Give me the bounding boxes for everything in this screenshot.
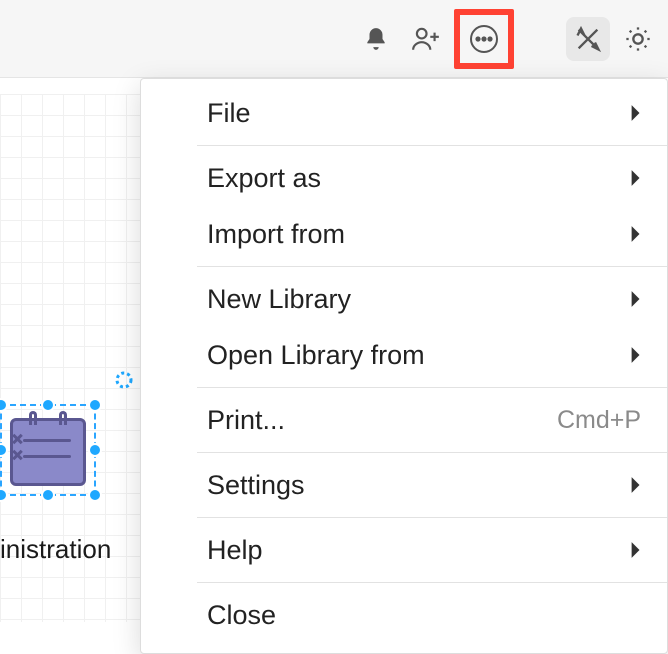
menu-item-label: Help [207, 535, 263, 566]
menu-item-label: Import from [207, 219, 345, 250]
more-menu-button[interactable] [462, 17, 506, 61]
menu-item-label: File [207, 98, 251, 129]
chevron-right-icon [629, 290, 641, 308]
person-add-icon [411, 26, 441, 52]
menu-separator [197, 517, 667, 518]
line-icon [23, 439, 71, 442]
x-icon [11, 449, 23, 461]
more-horizontal-icon [468, 23, 500, 55]
resize-handle-tr[interactable] [88, 398, 102, 412]
design-tools-icon [574, 25, 602, 53]
menu-item-label: Export as [207, 163, 321, 194]
menu-item-export-as[interactable]: Export as [141, 150, 667, 206]
menu-item-label: Settings [207, 470, 305, 501]
bell-icon [363, 26, 389, 52]
shape-label[interactable]: inistration [0, 534, 111, 565]
resize-handle-l[interactable] [0, 443, 8, 457]
notifications-button[interactable] [354, 17, 398, 61]
selected-shape[interactable] [0, 404, 110, 496]
x-icon [11, 433, 23, 445]
brightness-icon [624, 25, 652, 53]
menu-item-open-library-from[interactable]: Open Library from [141, 327, 667, 383]
menu-item-close[interactable]: Close [141, 587, 667, 643]
menu-item-label: Print... [207, 405, 285, 436]
more-dropdown-menu: File Export as Import from New Library Open … [140, 78, 668, 654]
menu-item-import-from[interactable]: Import from [141, 206, 667, 262]
menu-item-label: New Library [207, 284, 351, 315]
resize-handle-t[interactable] [41, 398, 55, 412]
chevron-right-icon [629, 541, 641, 559]
theme-toggle-button[interactable] [616, 17, 660, 61]
menu-separator [197, 387, 667, 388]
menu-item-settings[interactable]: Settings [141, 457, 667, 513]
menu-item-label: Close [207, 600, 276, 631]
resize-handle-b[interactable] [41, 488, 55, 502]
menu-separator [197, 145, 667, 146]
resize-handle-r[interactable] [88, 443, 102, 457]
chevron-right-icon [629, 476, 641, 494]
resize-handle-br[interactable] [88, 488, 102, 502]
top-toolbar [0, 0, 668, 78]
binder-ring-icon [59, 411, 67, 425]
chevron-right-icon [629, 169, 641, 187]
design-tools-button[interactable] [566, 17, 610, 61]
menu-separator [197, 266, 667, 267]
line-icon [23, 455, 71, 458]
chevron-right-icon [629, 346, 641, 364]
menu-separator [197, 582, 667, 583]
chevron-right-icon [629, 104, 641, 122]
menu-separator [197, 452, 667, 453]
selection-outline [0, 404, 96, 496]
menu-item-new-library[interactable]: New Library [141, 271, 667, 327]
clipboard-shape[interactable] [10, 418, 86, 486]
resize-handle-tl[interactable] [0, 398, 8, 412]
menu-item-print[interactable]: Print... Cmd+P [141, 392, 667, 448]
chevron-right-icon [629, 225, 641, 243]
menu-item-file[interactable]: File [141, 85, 667, 141]
menu-shortcut: Cmd+P [557, 406, 641, 435]
menu-item-help[interactable]: Help [141, 522, 667, 578]
rotate-handle[interactable] [114, 370, 134, 390]
binder-ring-icon [29, 411, 37, 425]
add-user-button[interactable] [404, 17, 448, 61]
menu-item-label: Open Library from [207, 340, 425, 371]
more-menu-highlight [454, 9, 514, 69]
